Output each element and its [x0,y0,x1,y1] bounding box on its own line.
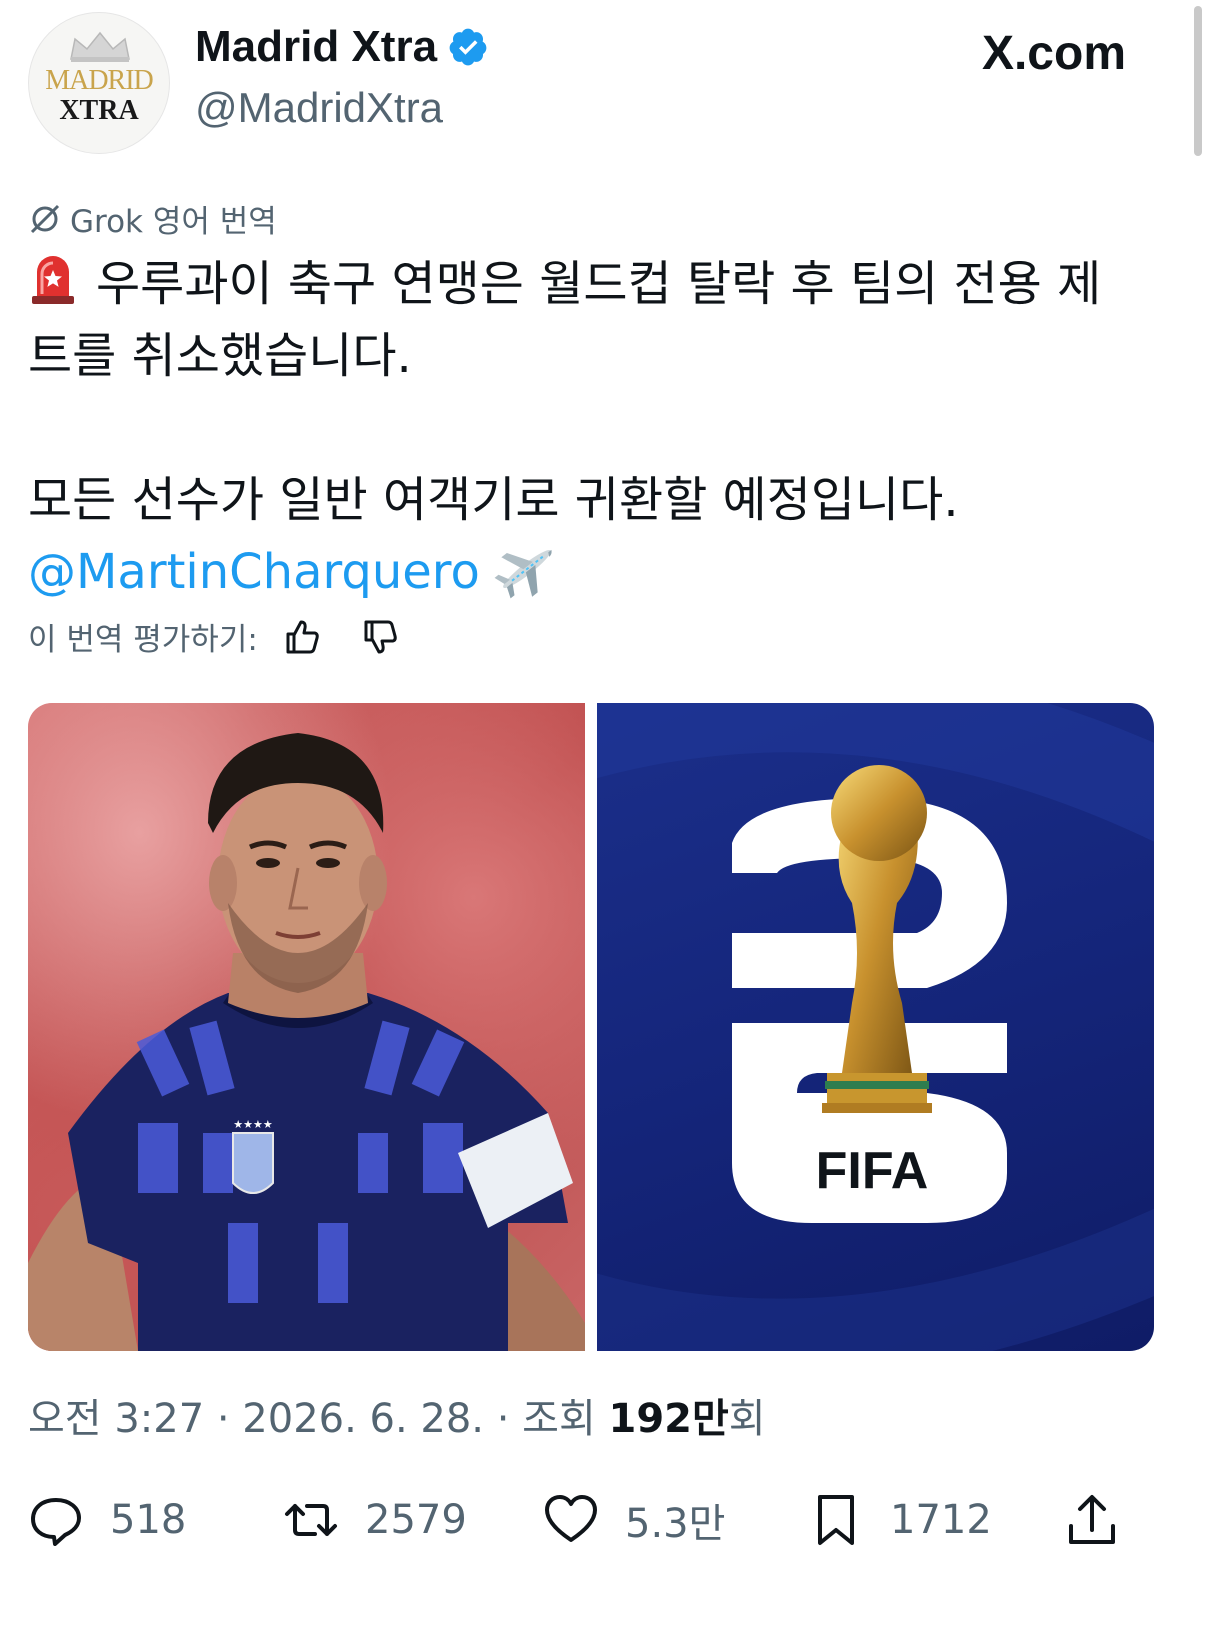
player-photo-image: ★★★★ [28,733,585,1351]
mention-link[interactable]: @MartinCharquero [28,544,480,600]
views-prefix: 조회 [522,1396,596,1442]
share-button[interactable] [1064,1480,1120,1560]
bookmark-count: 1712 [890,1497,992,1543]
scrollbar[interactable] [1194,0,1204,1647]
tweet-time[interactable]: 오전 3:27 [28,1396,204,1442]
rate-translation-label: 이 번역 평가하기: [28,622,258,658]
tweet-screenshot: MADRID XTRA Madrid Xtra @MadridXtra X.co… [0,0,1206,1647]
reply-icon [31,1498,81,1546]
jersey-stars: ★★★★ [233,1118,273,1131]
rate-translation: 이 번역 평가하기: [28,614,400,659]
avatar[interactable]: MADRID XTRA [28,12,170,154]
crown-icon [70,31,130,62]
thumbs-down-icon[interactable] [360,617,400,657]
tweet-line-3: 모든 선수가 일반 여객기로 귀환할 예정입니다. [28,472,959,528]
avatar-word-bottom: XTRA [59,95,139,126]
bookmark-icon [818,1495,854,1545]
media-grid[interactable]: ★★★★ FIFA [28,703,1154,1351]
meta-separator: · [496,1396,523,1442]
display-name[interactable]: Madrid Xtra [195,22,489,72]
player-photo[interactable]: ★★★★ [28,703,585,1351]
brand-watermark: X.com [981,27,1126,80]
repost-count: 2579 [365,1497,467,1543]
views-suffix: 회 [728,1396,766,1442]
tweet-line-2: 트를 취소했습니다. [28,328,412,384]
tweet-date[interactable]: 2026. 6. 28. [242,1396,484,1442]
siren-emoji-icon [32,256,74,304]
views-count: 192만 [608,1396,729,1442]
meta-separator: · [216,1396,243,1442]
avatar-word-top: MADRID [45,65,154,96]
action-bar: 518 2579 5.3만 1712 [28,1480,1148,1560]
repost-button[interactable]: 2579 [283,1480,467,1560]
tweet-line-1: 우루과이 축구 연맹은 월드컵 탈락 후 팀의 전용 제 [28,248,1158,320]
world-cup-logo-image: FIFA [597,703,1154,1351]
like-button[interactable]: 5.3만 [543,1480,725,1560]
tweet-line-1-text: 우루과이 축구 연맹은 월드컵 탈락 후 팀의 전용 제 [96,256,1102,312]
like-count: 5.3만 [625,1501,726,1547]
scrollbar-thumb[interactable] [1194,6,1202,156]
thumbs-up-icon[interactable] [282,617,322,657]
tweet-meta: 오전 3:27 · 2026. 6. 28. · 조회 192만회 [28,1386,766,1444]
airplane-emoji-icon [494,549,552,599]
translation-label: Grok 영어 번역 [70,204,277,240]
display-name-text[interactable]: Madrid Xtra [195,22,437,72]
grok-icon [30,204,60,233]
share-icon [1069,1495,1115,1544]
reply-button[interactable]: 518 [28,1480,186,1560]
repost-icon [285,1504,337,1536]
tweet-line-4: @MartinCharquero [28,536,1158,608]
fifa-wordmark: FIFA [816,1142,929,1200]
bookmark-button[interactable]: 1712 [808,1480,992,1560]
user-handle[interactable]: @MadridXtra [195,84,443,132]
verified-badge-icon [449,28,487,66]
tweet-text: 우루과이 축구 연맹은 월드컵 탈락 후 팀의 전용 제 트를 취소했습니다. … [28,248,1158,608]
fifa-world-cup-2026-logo[interactable]: FIFA [597,703,1154,1351]
heart-icon [545,1495,597,1542]
reply-count: 518 [110,1497,187,1543]
translation-badge: Grok 영어 번역 [28,196,277,241]
